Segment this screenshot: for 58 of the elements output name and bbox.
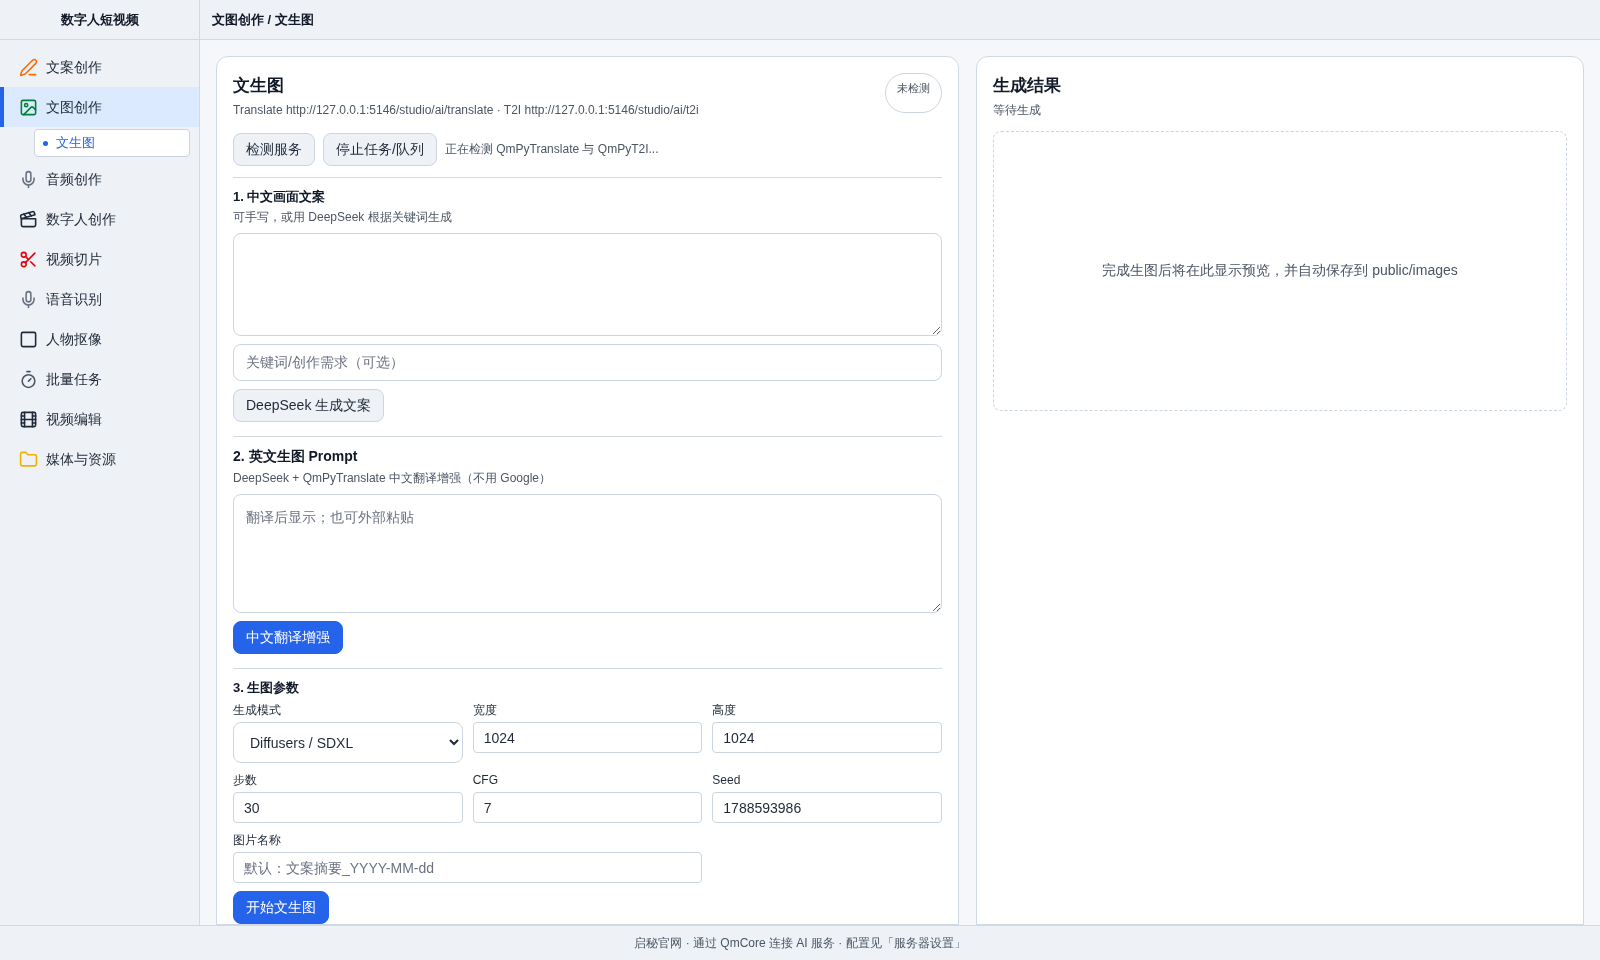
square-icon <box>19 329 38 349</box>
prompt-textarea[interactable]: 翻译后显示；也可外部粘贴 <box>233 493 942 613</box>
sidebar-item[interactable]: 文案创作 <box>0 47 199 87</box>
field-label: CFG <box>472 773 499 788</box>
status-text: 正在检测 QmPyTranslate 与 QmPyT2I... <box>444 141 659 158</box>
sidebar-item[interactable]: 视频编辑 <box>0 399 199 439</box>
number-field[interactable]: 1788593986 <box>712 792 942 823</box>
action-button[interactable]: 检测服务 <box>233 132 315 166</box>
sidebar-item[interactable]: 媒体与资源 <box>0 439 199 479</box>
mode-select[interactable]: Diffusers / SDXL <box>233 722 463 763</box>
folder-icon <box>19 449 38 469</box>
film-icon <box>19 409 38 429</box>
field-label: 高度 <box>712 703 738 718</box>
field-label: 生成模式 <box>233 703 282 718</box>
sidebar-item[interactable]: 音频创作 <box>0 159 199 199</box>
copy-textarea[interactable] <box>233 233 942 336</box>
action-button[interactable]: 停止任务/队列 <box>323 132 437 166</box>
pencil-icon <box>19 57 38 77</box>
card-title: 文生图 <box>233 75 285 97</box>
app-title: 数字人短视频 <box>60 10 139 29</box>
number-field[interactable]: 1024 <box>472 722 703 753</box>
action-button[interactable]: 开始文生图 <box>233 891 329 924</box>
sidebar-item[interactable]: 批量任务 <box>0 359 199 399</box>
result-status: 等待生成 <box>993 101 1042 119</box>
section-hint: DeepSeek + QmPyTranslate 中文翻译增强（不用 Google） <box>233 469 552 487</box>
clapperboard-icon <box>19 209 38 229</box>
picture-icon <box>19 97 38 117</box>
section-hint: 可手写，或用 DeepSeek 根据关键词生成 <box>233 209 453 226</box>
scissors-icon <box>19 249 38 269</box>
footer-text: 启秘官网 · 通过 QmCore 连接 AI 服务 · 配置见「服务器设置」 <box>634 935 966 952</box>
number-field[interactable]: 1024 <box>712 722 942 753</box>
section-title: 1. 中文画面文案 <box>233 187 327 206</box>
section-title: 3. 生图参数 <box>233 678 301 697</box>
field-label: Seed <box>712 773 742 788</box>
sidebar-item[interactable]: 数字人创作 <box>0 199 199 239</box>
microphone-icon <box>19 289 38 309</box>
field-label: 图片名称 <box>233 833 282 848</box>
field-label: 步数 <box>233 773 258 788</box>
sidebar-item[interactable]: 文图创作 <box>0 87 199 127</box>
name-field[interactable]: 默认：文案摘要_YYYY-MM-dd <box>233 852 703 883</box>
field-label: 宽度 <box>472 703 498 718</box>
number-field[interactable]: 30 <box>233 792 463 823</box>
sidebar-item[interactable]: 语音识别 <box>0 279 199 319</box>
card-title: 生成结果 <box>993 75 1062 97</box>
action-button[interactable]: DeepSeek 生成文案 <box>233 388 385 422</box>
action-button[interactable]: 中文翻译增强 <box>233 620 343 654</box>
endpoint-text: Translate http://127.0.0.1:5146/studio/ai/translate · T2I http://127.0.0.1:5146/studio/ai/t2i <box>233 101 699 119</box>
breadcrumb: 文图创作 / 文生图 <box>212 10 314 29</box>
website-link[interactable]: 启秘官网 <box>634 936 683 950</box>
section-title: 2. 英文生图 Prompt <box>233 446 359 466</box>
sidebar-item[interactable]: 人物抠像 <box>0 319 199 359</box>
sidebar-subitem[interactable]: 文生图 <box>34 129 190 157</box>
preview-area: 完成生图后将在此显示预览，并自动保存到 public/images <box>993 130 1567 411</box>
sidebar-item[interactable]: 视频切片 <box>0 239 199 279</box>
number-field[interactable]: 7 <box>472 792 703 823</box>
stopwatch-icon <box>19 369 38 389</box>
keyword-field[interactable]: 关键词/创作需求（可选） <box>233 343 942 381</box>
microphone-icon <box>19 169 38 189</box>
